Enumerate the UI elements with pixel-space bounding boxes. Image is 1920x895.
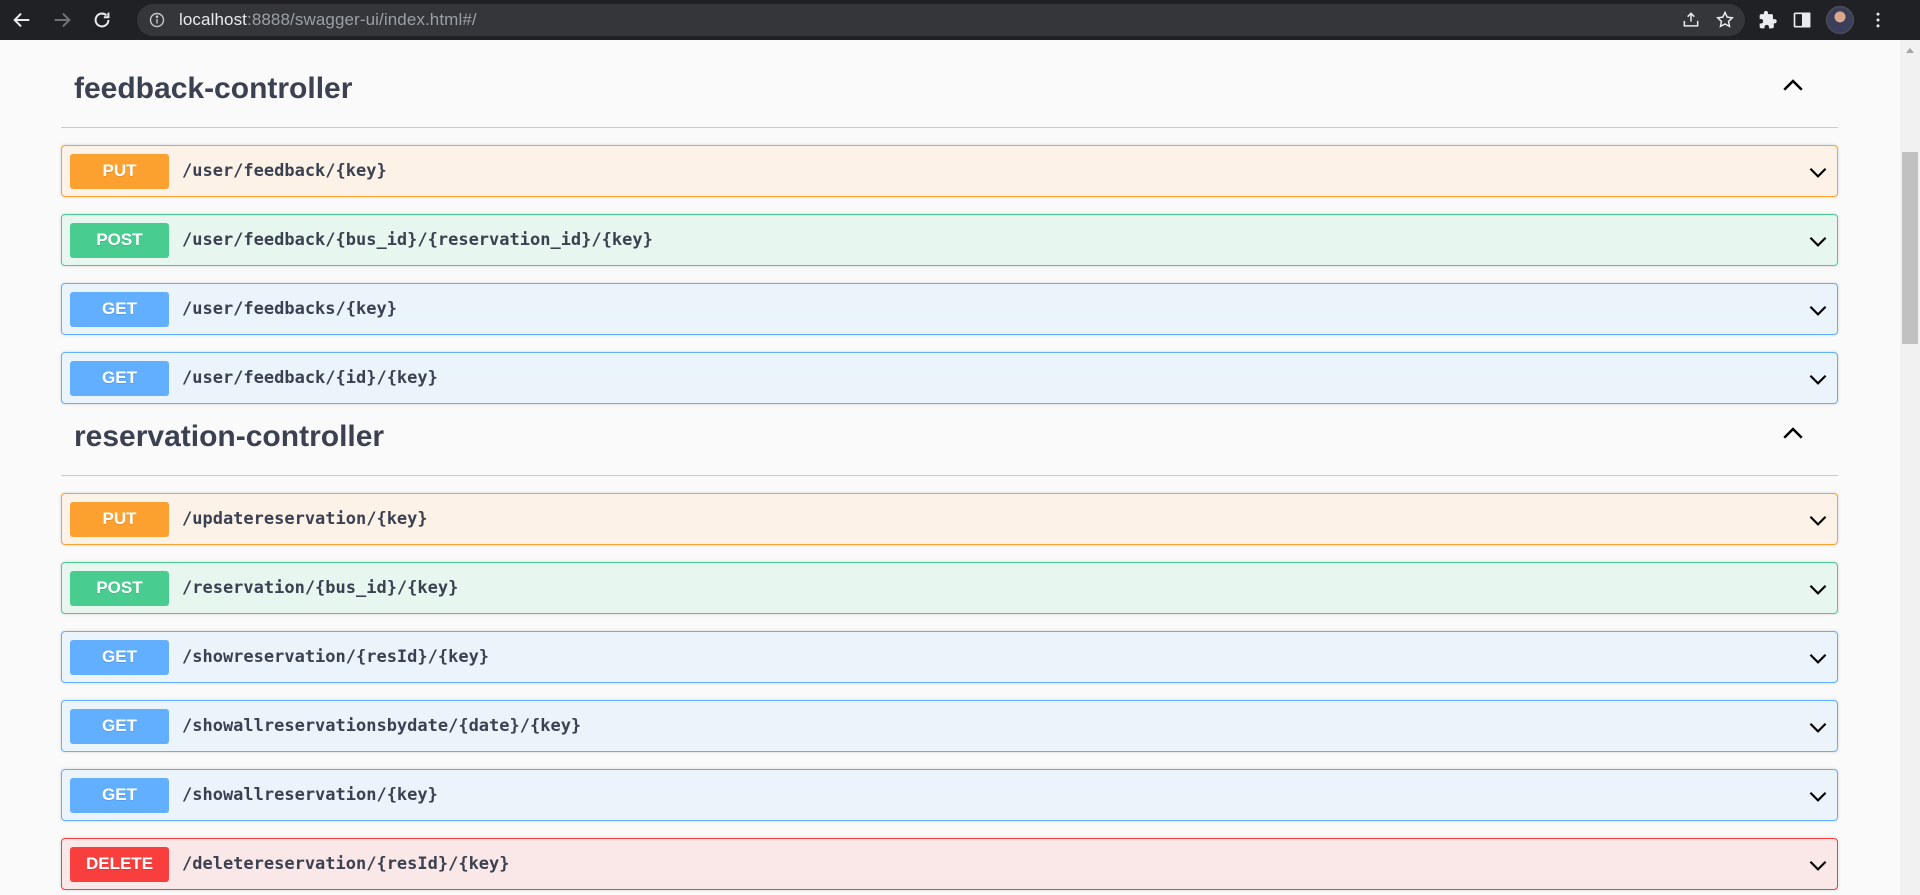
section-header[interactable]: reservation-controller [61,398,1838,476]
method-badge: GET [70,639,169,675]
browser-toolbar: localhost:8888/swagger-ui/index.html#/ [0,0,1920,40]
side-panel-icon[interactable] [1792,10,1812,30]
operation-row[interactable]: GET /user/feedback/{id}/{key} [61,352,1838,404]
chevron-down-icon[interactable] [1805,645,1831,671]
operation-row[interactable]: POST /user/feedback/{bus_id}/{reservatio… [61,214,1838,266]
share-icon[interactable] [1681,10,1701,30]
operation-row[interactable]: DELETE /deletereservation/{resId}/{key} [61,838,1838,890]
chevron-down-icon[interactable] [1805,507,1831,533]
method-badge: POST [70,570,169,606]
chevron-down-icon[interactable] [1805,159,1831,185]
operation-path: /updatereservation/{key} [182,509,428,529]
method-badge: POST [70,222,169,258]
chevron-up-icon[interactable] [1778,71,1808,106]
chevron-down-icon[interactable] [1805,783,1831,809]
operation-row[interactable]: GET /showallreservationsbydate/{date}/{k… [61,700,1838,752]
method-badge: PUT [70,501,169,537]
method-badge: DELETE [70,846,169,882]
site-info-icon[interactable] [149,12,165,28]
operation-path: /showallreservationsbydate/{date}/{key} [182,716,582,736]
method-badge: GET [70,360,169,396]
section-title: feedback-controller [74,71,353,105]
method-badge: GET [70,777,169,813]
chevron-up-icon[interactable] [1778,419,1808,454]
section-header[interactable]: feedback-controller [61,50,1838,128]
section-feedback-controller: feedback-controller PUT /user/feedback/{… [61,50,1838,404]
forward-icon[interactable] [44,2,80,38]
scrollbar-thumb[interactable] [1902,152,1918,344]
chevron-down-icon[interactable] [1805,228,1831,254]
bookmark-star-icon[interactable] [1715,10,1735,30]
swagger-page: feedback-controller PUT /user/feedback/{… [0,40,1900,895]
operation-row[interactable]: GET /user/feedbacks/{key} [61,283,1838,335]
operation-row[interactable]: PUT /user/feedback/{key} [61,145,1838,197]
address-bar[interactable]: localhost:8888/swagger-ui/index.html#/ [137,4,1745,36]
chevron-down-icon[interactable] [1805,852,1831,878]
operation-path: /user/feedback/{id}/{key} [182,368,438,388]
operation-row[interactable]: GET /showallreservation/{key} [61,769,1838,821]
operation-path: /user/feedback/{bus_id}/{reservation_id}… [182,230,653,250]
chevron-down-icon[interactable] [1805,714,1831,740]
extensions-icon[interactable] [1758,10,1778,30]
method-badge: GET [70,291,169,327]
operation-row[interactable]: POST /reservation/{bus_id}/{key} [61,562,1838,614]
section-title: reservation-controller [74,419,385,453]
chevron-down-icon[interactable] [1805,297,1831,323]
operation-row[interactable]: PUT /updatereservation/{key} [61,493,1838,545]
back-icon[interactable] [4,2,40,38]
operation-row[interactable]: GET /showreservation/{resId}/{key} [61,631,1838,683]
chevron-down-icon[interactable] [1805,576,1831,602]
reload-icon[interactable] [84,2,120,38]
page-scrollbar[interactable] [1900,40,1920,895]
operation-path: /showallreservation/{key} [182,785,438,805]
menu-kebab-icon[interactable] [1868,10,1888,30]
url-text[interactable]: localhost:8888/swagger-ui/index.html#/ [179,10,477,30]
method-badge: PUT [70,153,169,189]
operation-path: /user/feedbacks/{key} [182,299,397,319]
profile-avatar[interactable] [1826,6,1854,34]
chevron-down-icon[interactable] [1805,366,1831,392]
operation-path: /reservation/{bus_id}/{key} [182,578,459,598]
method-badge: GET [70,708,169,744]
operation-path: /deletereservation/{resId}/{key} [182,854,510,874]
section-reservation-controller: reservation-controller PUT /updatereserv… [61,398,1838,890]
operation-path: /showreservation/{resId}/{key} [182,647,490,667]
operation-path: /user/feedback/{key} [182,161,387,181]
scroll-up-arrow-icon[interactable] [1906,48,1914,53]
